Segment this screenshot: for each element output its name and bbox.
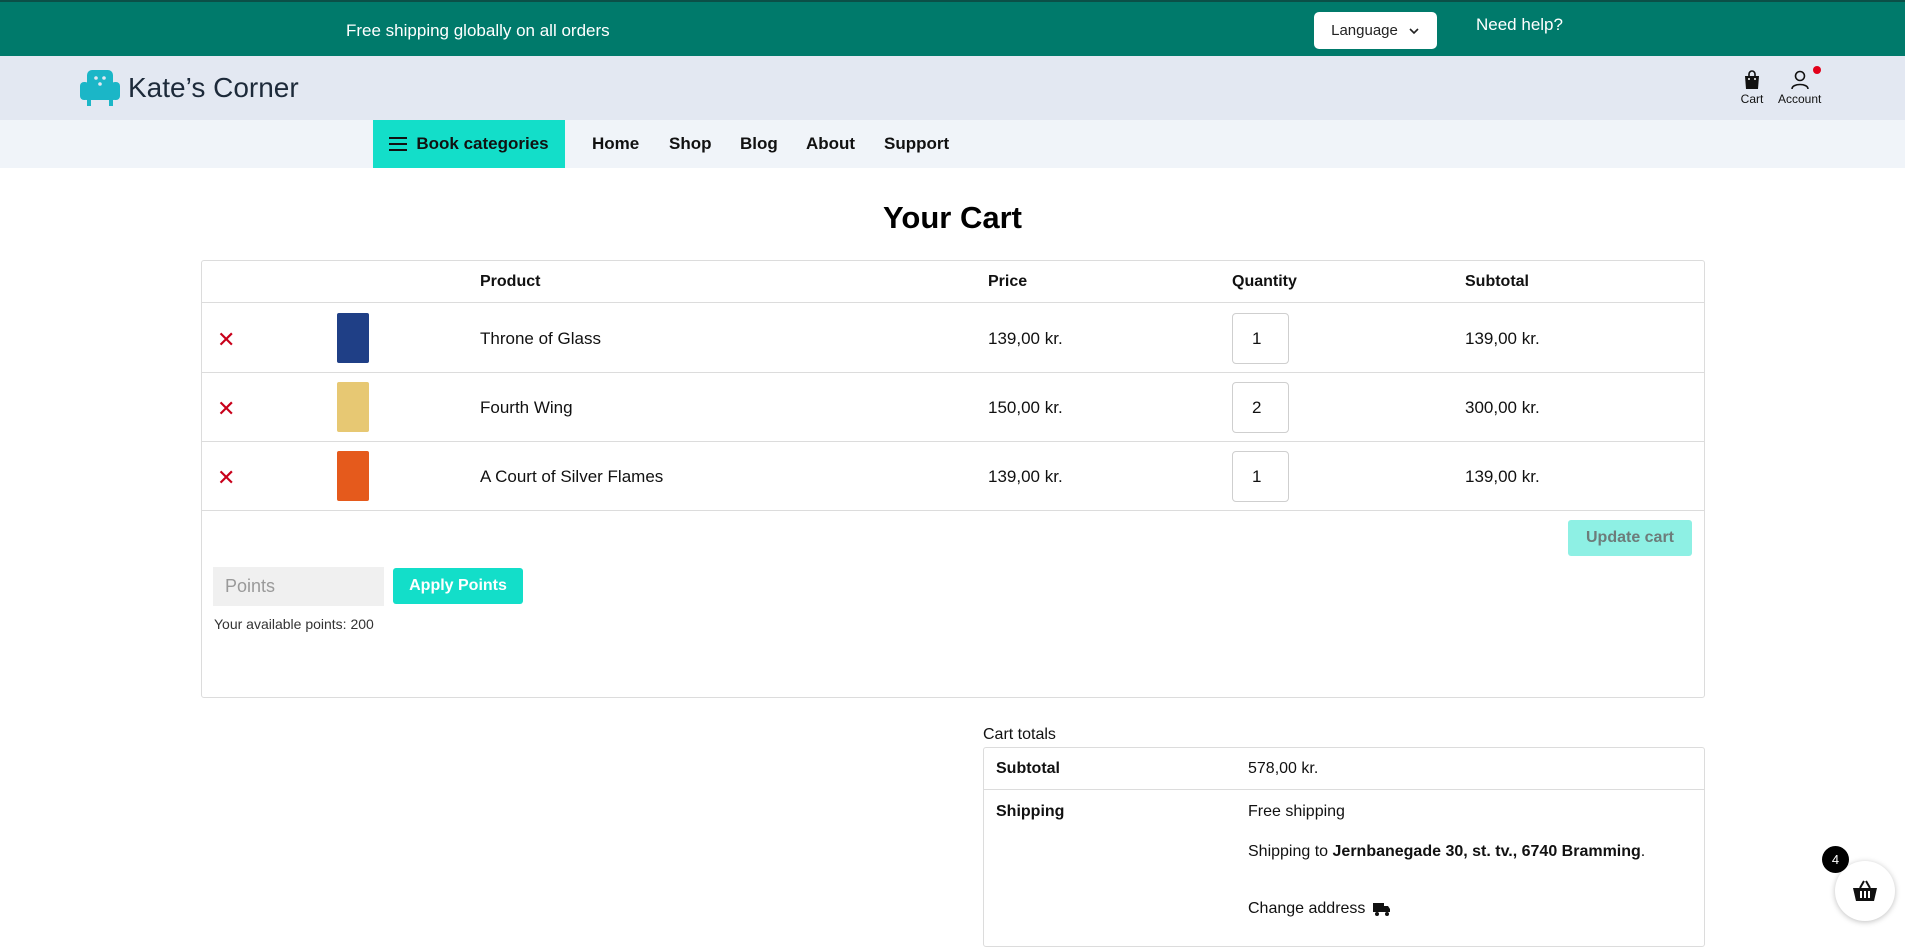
row-divider [202, 302, 1704, 303]
remove-item-icon[interactable]: ✕ [217, 329, 235, 351]
product-subtotal: 139,00 kr. [1465, 467, 1540, 486]
brand-name[interactable]: Kate’s Corner [128, 72, 299, 104]
nav-home[interactable]: Home [592, 134, 639, 154]
book-categories-label: Book categories [416, 134, 549, 153]
shipping-destination: Shipping to Jernbanegade 30, st. tv., 67… [1248, 843, 1645, 861]
totals-divider [984, 789, 1704, 790]
totals-subtotal-value: 578,00 kr. [1248, 760, 1319, 777]
product-name[interactable]: Fourth Wing [480, 398, 573, 418]
shipping-to-prefix: Shipping to [1248, 843, 1333, 860]
product-thumbnail[interactable] [337, 313, 369, 363]
main-nav: Book categories Home Shop Blog About Sup… [0, 120, 1905, 168]
totals-subtotal-label: Subtotal [996, 760, 1060, 777]
quantity-input[interactable] [1232, 313, 1289, 364]
quantity-input[interactable] [1232, 451, 1289, 502]
cart-label: Cart [1740, 92, 1764, 106]
page-title: Your Cart [883, 200, 1022, 235]
language-dropdown[interactable]: Language [1314, 12, 1437, 49]
nav-shop[interactable]: Shop [669, 134, 712, 154]
promo-text: Free shipping globally on all orders [346, 21, 610, 40]
notification-dot [1813, 66, 1821, 74]
basket-icon [1853, 880, 1877, 901]
book-categories-button[interactable]: Book categories [373, 120, 565, 168]
change-address-label: Change address [1248, 900, 1366, 917]
product-thumbnail[interactable] [337, 382, 369, 432]
product-price: 139,00 kr. [988, 329, 1063, 348]
floating-cart-button[interactable] [1835, 861, 1895, 921]
nav-support[interactable]: Support [884, 134, 949, 154]
product-price: 139,00 kr. [988, 467, 1063, 486]
product-price: 150,00 kr. [988, 398, 1063, 417]
apply-points-button[interactable]: Apply Points [393, 568, 523, 604]
column-header-price: Price [988, 273, 1028, 290]
row-divider [202, 372, 1704, 373]
product-subtotal: 139,00 kr. [1465, 329, 1540, 348]
shipping-address: Jernbanegade 30, st. tv., 6740 Bramming [1332, 843, 1641, 860]
change-address-link[interactable]: Change address [1248, 900, 1391, 918]
shipping-to-suffix: . [1640, 843, 1646, 860]
chevron-down-icon [1409, 27, 1419, 34]
site-header: Kate’s Corner Cart Account [0, 56, 1905, 120]
product-subtotal: 300,00 kr. [1465, 398, 1540, 417]
armchair-logo-icon[interactable] [79, 68, 121, 108]
account-label: Account [1778, 92, 1822, 106]
column-header-quantity: Quantity [1232, 273, 1297, 290]
product-name[interactable]: A Court of Silver Flames [480, 467, 663, 487]
header-cart-button[interactable]: Cart [1740, 68, 1764, 106]
totals-shipping-label: Shipping [996, 803, 1065, 820]
hamburger-menu-icon [389, 137, 408, 151]
shipping-method: Free shipping [1248, 803, 1345, 820]
remove-item-icon[interactable]: ✕ [217, 467, 235, 489]
shopping-bag-icon [1745, 70, 1759, 89]
language-label: Language [1331, 22, 1398, 39]
update-cart-button[interactable]: Update cart [1568, 520, 1692, 556]
truck-icon [1373, 903, 1391, 916]
need-help-link[interactable]: Need help? [1476, 15, 1563, 35]
nav-blog[interactable]: Blog [740, 134, 778, 154]
product-thumbnail[interactable] [337, 451, 369, 501]
nav-about[interactable]: About [806, 134, 855, 154]
column-header-subtotal: Subtotal [1465, 273, 1529, 290]
top-promo-bar: Free shipping globally on all orders Lan… [0, 0, 1905, 56]
user-icon [1790, 70, 1809, 90]
points-input[interactable] [213, 567, 384, 606]
product-name[interactable]: Throne of Glass [480, 329, 601, 349]
column-header-product: Product [480, 273, 541, 290]
row-divider [202, 510, 1704, 511]
cart-totals-title: Cart totals [983, 726, 1056, 743]
cart-count-badge: 4 [1822, 846, 1849, 873]
row-divider [202, 441, 1704, 442]
quantity-input[interactable] [1232, 382, 1289, 433]
available-points-text: Your available points: 200 [214, 616, 374, 632]
remove-item-icon[interactable]: ✕ [217, 398, 235, 420]
